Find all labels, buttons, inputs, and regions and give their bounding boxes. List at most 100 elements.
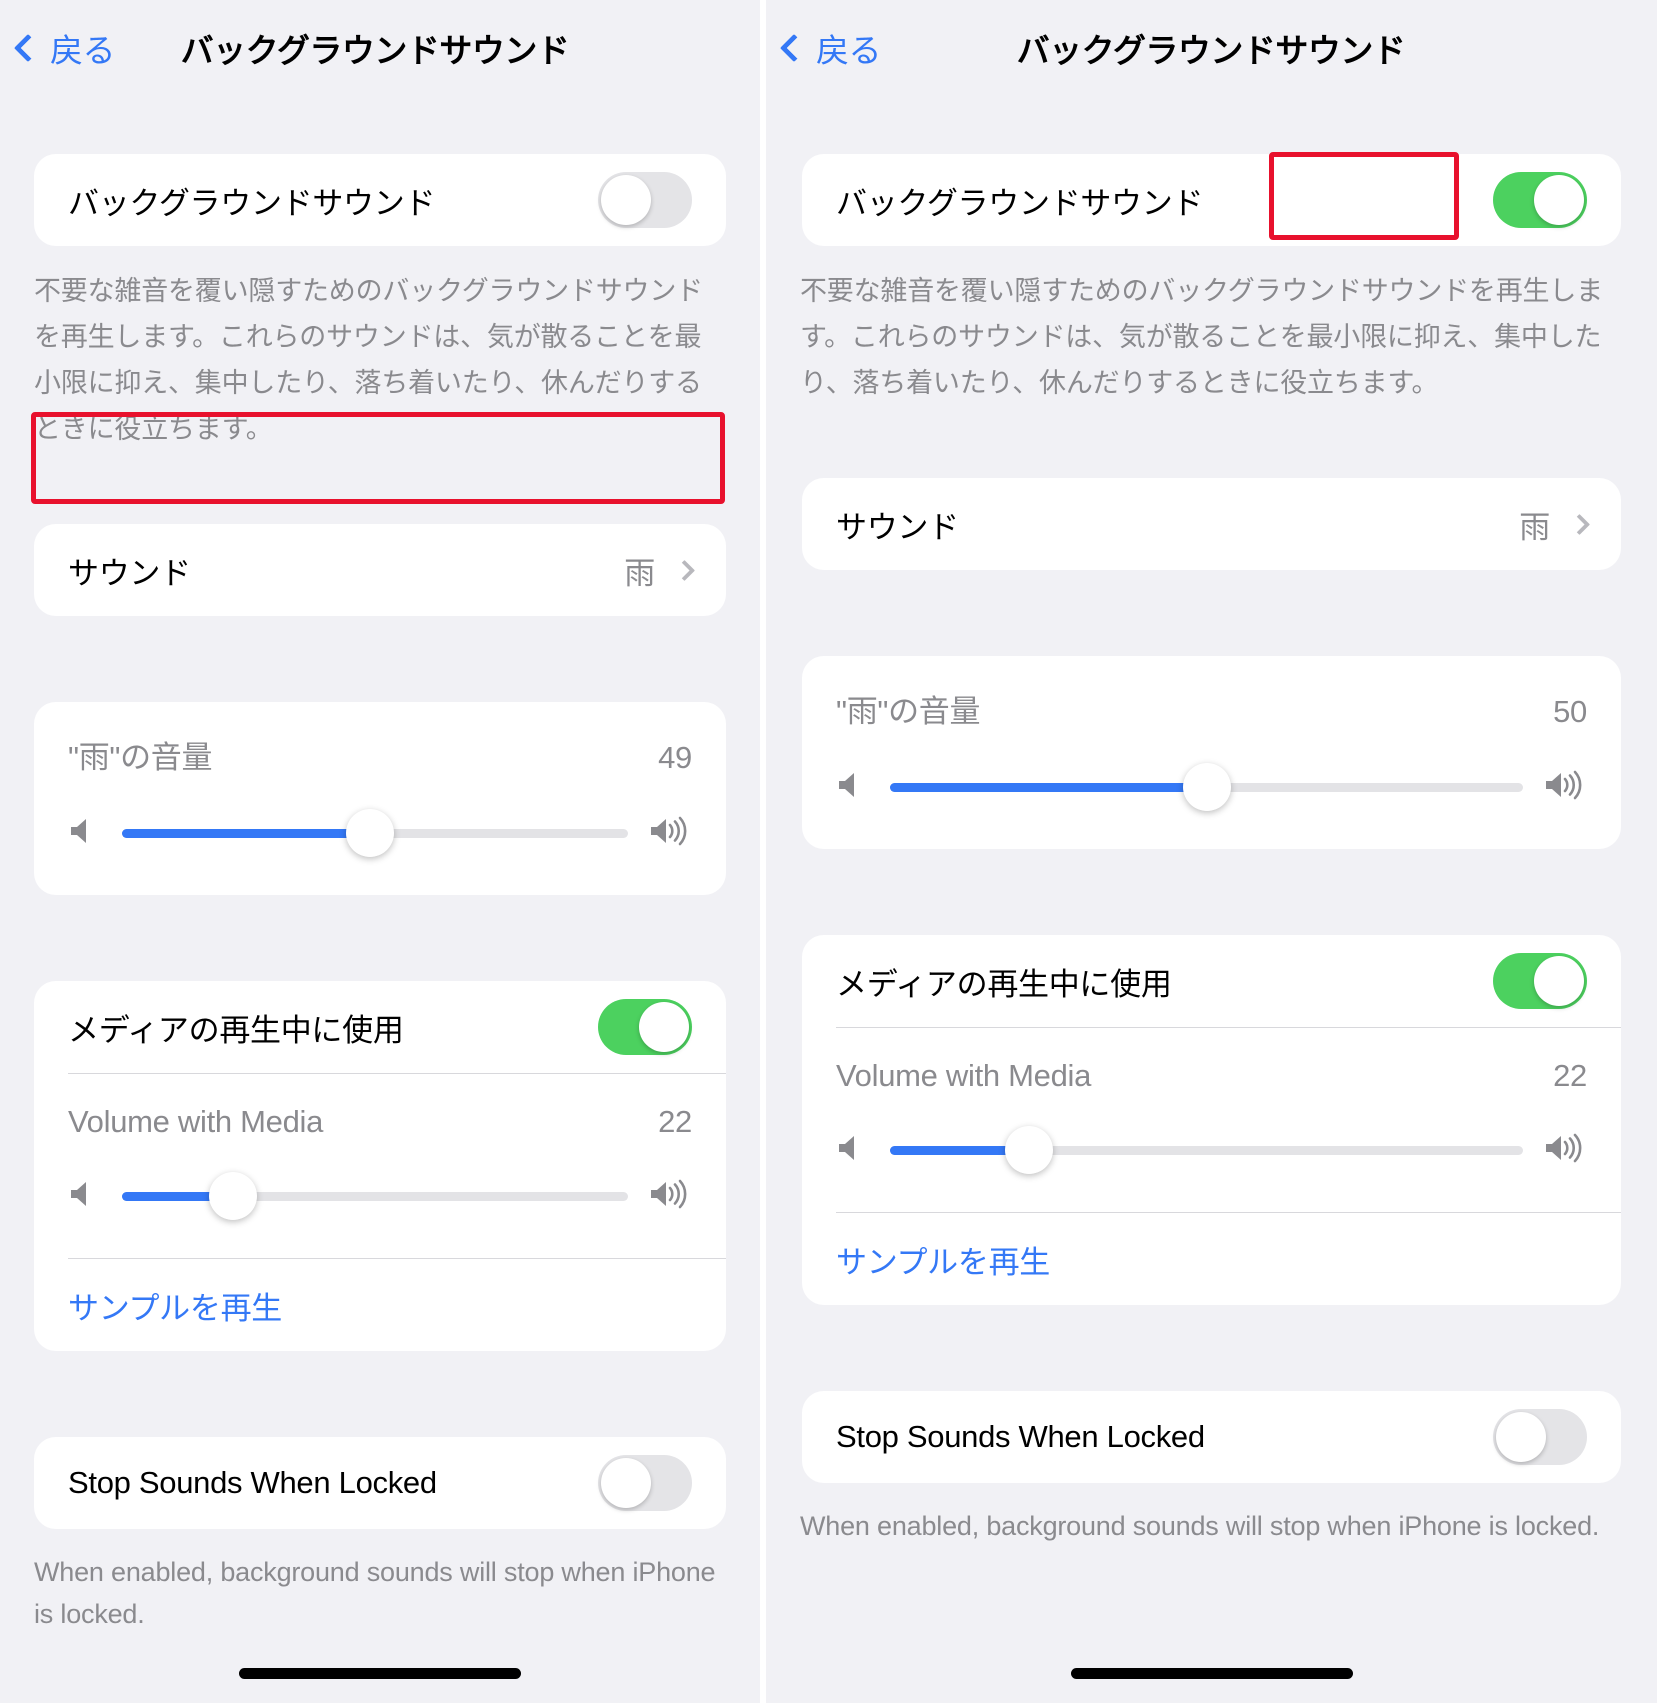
chevron-left-icon <box>13 33 43 63</box>
play-sample-label: サンプルを再生 <box>836 1244 1050 1280</box>
sound-volume-slider[interactable] <box>890 759 1523 815</box>
speaker-high-icon <box>648 816 692 851</box>
background-sounds-card: バックグラウンドサウンド <box>34 154 726 246</box>
stop-sounds-card: Stop Sounds When Locked <box>802 1391 1621 1483</box>
media-card: メディアの再生中に使用 Volume with Media 22 サンプルを再生 <box>802 935 1621 1305</box>
slider-fill <box>122 828 370 838</box>
stop-sounds-note: When enabled, background sounds will sto… <box>800 1511 1600 1541</box>
sound-value: 雨 <box>624 555 655 591</box>
use-with-media-toggle[interactable] <box>1493 953 1587 1009</box>
stop-sounds-label: Stop Sounds When Locked <box>68 1465 437 1500</box>
speaker-low-icon <box>836 1133 870 1168</box>
media-volume-header: Volume with Media 22 <box>836 1058 1587 1094</box>
back-button[interactable]: 戻る <box>13 24 116 72</box>
media-volume-slider-row <box>68 1168 692 1224</box>
toggle-knob <box>601 175 651 225</box>
slider-thumb[interactable] <box>345 809 394 857</box>
slider-thumb[interactable] <box>209 1172 258 1220</box>
background-sounds-card: バックグラウンドサウンド <box>802 154 1621 246</box>
media-volume-block: Volume with Media 22 <box>802 1028 1621 1212</box>
slider-fill <box>890 782 1207 792</box>
use-with-media-row[interactable]: メディアの再生中に使用 <box>34 981 726 1073</box>
speaker-high-icon <box>1543 770 1587 805</box>
left-screen: 戻る バックグラウンドサウンド バックグラウンドサウンド 不要な雑音を覆い隠すた… <box>0 0 760 1703</box>
background-sounds-label: バックグラウンドサウンド <box>68 185 436 221</box>
stop-sounds-toggle[interactable] <box>1493 1409 1587 1465</box>
toggle-knob <box>639 1002 689 1052</box>
use-with-media-toggle[interactable] <box>598 999 692 1055</box>
toggle-knob <box>601 1458 651 1508</box>
speaker-low-icon <box>68 1179 102 1214</box>
media-volume-header: Volume with Media 22 <box>68 1104 692 1140</box>
back-button-label: 戻る <box>816 32 882 69</box>
media-volume-slider[interactable] <box>890 1122 1523 1178</box>
media-volume-value: 22 <box>658 1104 692 1139</box>
stop-sounds-row[interactable]: Stop Sounds When Locked <box>34 1437 726 1529</box>
play-sample-label: サンプルを再生 <box>68 1290 282 1326</box>
sound-volume-slider[interactable] <box>122 805 628 861</box>
chevron-right-icon <box>1568 513 1591 535</box>
slider-thumb[interactable] <box>1005 1126 1054 1174</box>
stop-sounds-toggle[interactable] <box>598 1455 692 1511</box>
sound-volume-header: "雨"の音量 49 <box>68 732 692 777</box>
use-with-media-row[interactable]: メディアの再生中に使用 <box>802 935 1621 1027</box>
use-with-media-label: メディアの再生中に使用 <box>68 1012 404 1048</box>
speaker-high-icon <box>1543 1133 1587 1168</box>
sound-volume-value: 50 <box>1553 694 1587 729</box>
media-volume-label: Volume with Media <box>68 1104 324 1139</box>
sound-row[interactable]: サウンド 雨 <box>34 524 726 616</box>
sound-volume-slider-row <box>836 759 1587 815</box>
sound-card: サウンド 雨 <box>802 478 1621 570</box>
stop-sounds-label: Stop Sounds When Locked <box>836 1419 1205 1454</box>
slider-thumb[interactable] <box>1182 763 1231 811</box>
sound-volume-slider-row <box>68 805 692 861</box>
play-sample-row[interactable]: サンプルを再生 <box>34 1259 726 1351</box>
home-indicator <box>239 1668 521 1679</box>
play-sample-row[interactable]: サンプルを再生 <box>802 1213 1621 1305</box>
chevron-right-icon <box>673 559 696 581</box>
sound-volume-block: "雨"の音量 50 <box>802 656 1621 849</box>
sound-volume-card: "雨"の音量 49 <box>34 702 726 895</box>
home-indicator <box>1070 1668 1353 1679</box>
media-volume-slider-row <box>836 1122 1587 1178</box>
sound-value-group: 雨 <box>624 548 696 593</box>
sound-volume-label: "雨"の音量 <box>68 740 213 775</box>
background-sounds-row[interactable]: バックグラウンドサウンド <box>34 154 726 246</box>
page-title: バックグラウンドサウンド <box>180 32 570 69</box>
stop-sounds-card: Stop Sounds When Locked <box>34 1437 726 1529</box>
media-volume-slider[interactable] <box>122 1168 628 1224</box>
sound-label: サウンド <box>836 509 959 545</box>
navigation-bar: 戻る バックグラウンドサウンド <box>0 0 760 96</box>
sound-value-group: 雨 <box>1519 502 1591 547</box>
toggle-knob <box>1496 1412 1546 1462</box>
toggle-knob <box>1534 175 1584 225</box>
sound-volume-block: "雨"の音量 49 <box>34 702 726 895</box>
back-button-label: 戻る <box>50 32 116 69</box>
sound-row[interactable]: サウンド 雨 <box>802 478 1621 570</box>
background-sounds-toggle[interactable] <box>598 172 692 228</box>
background-sounds-toggle[interactable] <box>1493 172 1587 228</box>
background-sounds-row[interactable]: バックグラウンドサウンド <box>802 154 1621 246</box>
sound-value: 雨 <box>1519 509 1550 545</box>
media-volume-label: Volume with Media <box>836 1058 1092 1093</box>
sound-label: サウンド <box>68 555 191 591</box>
sound-card: サウンド 雨 <box>34 524 726 616</box>
stop-sounds-row[interactable]: Stop Sounds When Locked <box>802 1391 1621 1483</box>
media-card: メディアの再生中に使用 Volume with Media 22 サンプルを再生 <box>34 981 726 1351</box>
sound-volume-value: 49 <box>658 740 692 775</box>
background-sounds-description: 不要な雑音を覆い隠すためのバックグラウンドサウンドを再生します。これらのサウンド… <box>34 276 703 444</box>
screenshot-pair: 戻る バックグラウンドサウンド バックグラウンドサウンド 不要な雑音を覆い隠すた… <box>0 0 1657 1703</box>
sound-volume-header: "雨"の音量 50 <box>836 686 1587 731</box>
chevron-left-icon <box>779 33 809 63</box>
back-button[interactable]: 戻る <box>779 24 882 72</box>
right-screen: 戻る バックグラウンドサウンド バックグラウンドサウンド 不要な雑音を覆い隠すた… <box>766 0 1657 1703</box>
sound-volume-card: "雨"の音量 50 <box>802 656 1621 849</box>
use-with-media-label: メディアの再生中に使用 <box>836 966 1172 1002</box>
page-title: バックグラウンドサウンド <box>1016 32 1406 69</box>
